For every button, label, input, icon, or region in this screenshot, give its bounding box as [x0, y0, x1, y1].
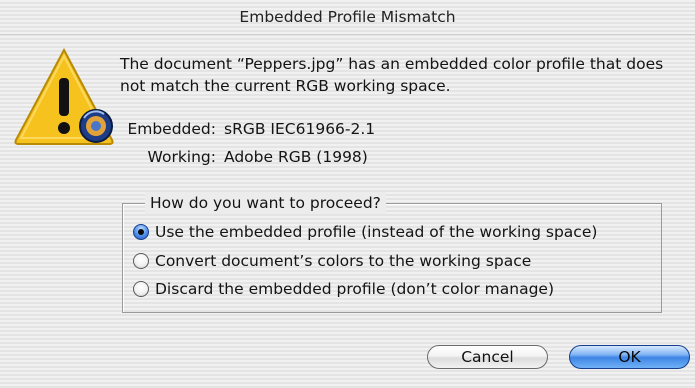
embedded-label: Embedded:: [127, 120, 216, 138]
embedded-value: sRGB IEC61966-2.1: [224, 120, 376, 138]
window-title: Embedded Profile Mismatch: [0, 0, 695, 35]
radio-label: Discard the embedded profile (don’t colo…: [155, 280, 555, 298]
radio-label: Convert document’s colors to the working…: [155, 252, 532, 270]
radio-label: Use the embedded profile (instead of the…: [155, 223, 598, 241]
radio-use-embedded-profile[interactable]: Use the embedded profile (instead of the…: [133, 220, 597, 244]
group-title: How do you want to proceed?: [145, 192, 386, 214]
proceed-options-group: How do you want to proceed? Use the embe…: [122, 192, 662, 313]
ok-button[interactable]: OK: [569, 345, 690, 369]
radio-convert-to-working-space[interactable]: Convert document’s colors to the working…: [133, 249, 531, 273]
radio-button[interactable]: [133, 281, 149, 297]
radio-button[interactable]: [133, 253, 149, 269]
cancel-button[interactable]: Cancel: [427, 345, 548, 369]
caution-colorsync-icon: [14, 48, 114, 145]
working-label: Working:: [147, 148, 216, 166]
embedded-profile-row: Embedded: sRGB IEC61966-2.1: [120, 120, 375, 138]
radio-button-selected[interactable]: [133, 224, 149, 240]
working-value: Adobe RGB (1998): [224, 148, 368, 166]
working-profile-row: Working: Adobe RGB (1998): [120, 148, 368, 166]
dialog-window: Embedded Profile Mismatch The document “…: [0, 0, 695, 388]
radio-discard-embedded-profile[interactable]: Discard the embedded profile (don’t colo…: [133, 277, 554, 301]
mismatch-message: The document “Peppers.jpg” has an embedd…: [120, 55, 664, 95]
